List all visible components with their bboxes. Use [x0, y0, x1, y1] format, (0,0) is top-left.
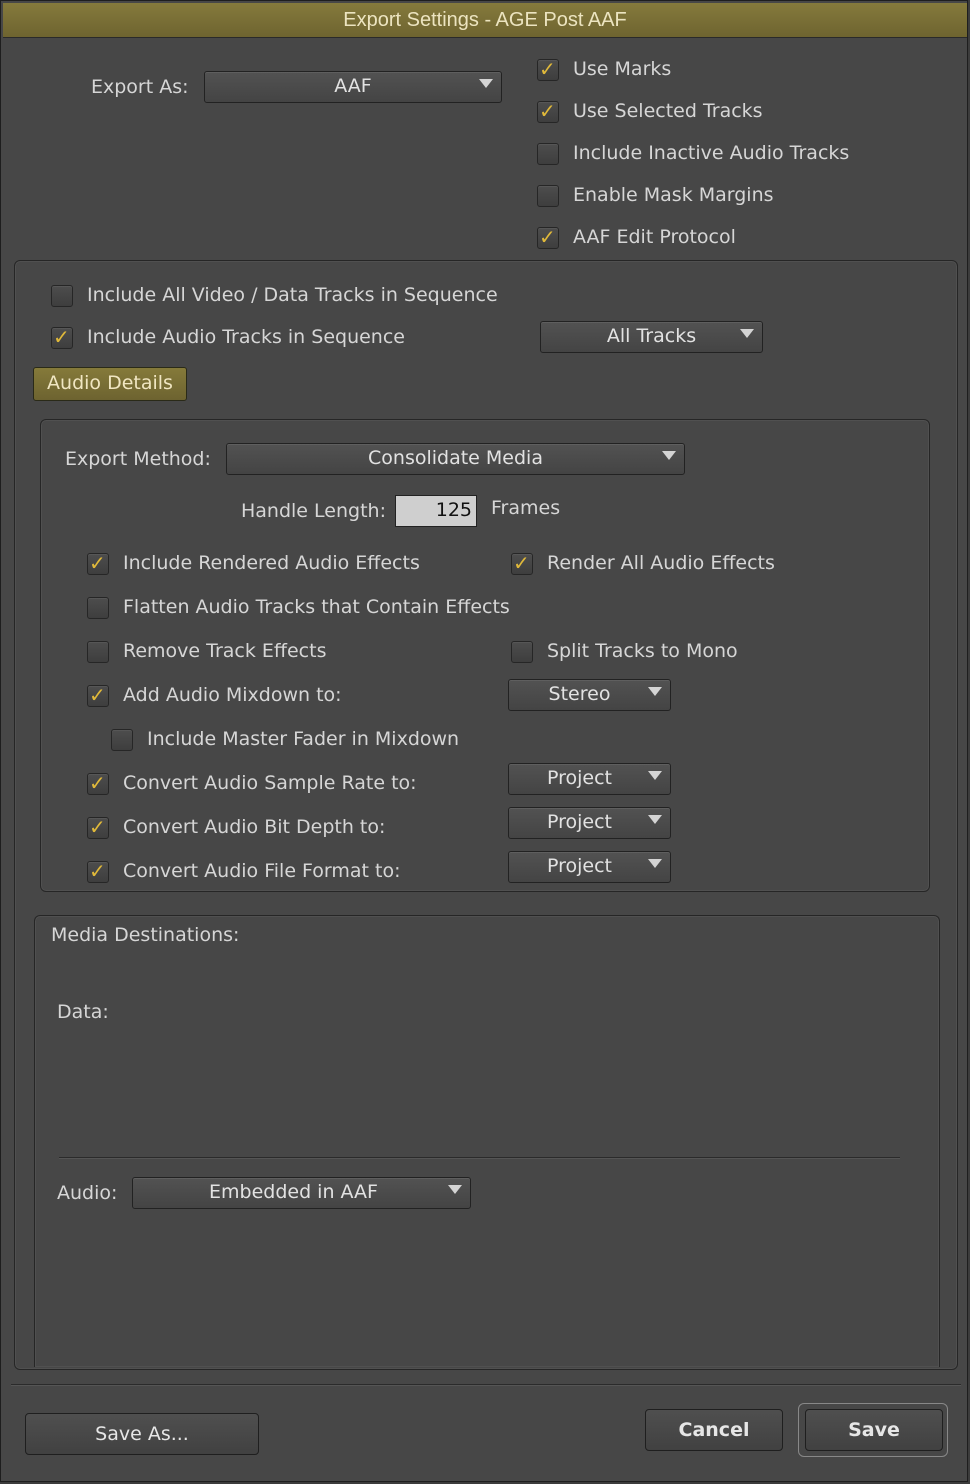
export-settings-dialog: Export Settings - AGE Post AAF Export As… — [0, 0, 968, 1482]
use-selected-tracks-label: Use Selected Tracks — [573, 100, 763, 122]
bit-depth-dropdown[interactable]: Project — [508, 807, 671, 839]
use-marks-label: Use Marks — [573, 58, 672, 80]
aaf-edit-protocol-checkbox[interactable]: ✓ — [537, 225, 559, 249]
export-as-label: Export As: — [91, 76, 189, 98]
chevron-down-icon — [740, 329, 754, 338]
sample-rate-dropdown[interactable]: Project — [508, 763, 671, 795]
chevron-down-icon — [648, 771, 662, 780]
audio-destination-dropdown[interactable]: Embedded in AAF — [132, 1177, 471, 1209]
export-method-label: Export Method: — [65, 448, 211, 470]
render-all-effects-checkbox[interactable]: ✓ — [511, 551, 533, 575]
chevron-down-icon — [448, 1185, 462, 1194]
add-mixdown-label: Add Audio Mixdown to: — [123, 684, 342, 706]
include-video-tracks-label: Include All Video / Data Tracks in Seque… — [87, 284, 498, 306]
convert-file-format-checkbox[interactable]: ✓ — [87, 859, 109, 883]
checkmark-icon: ✓ — [53, 325, 70, 349]
checkmark-icon: ✓ — [89, 683, 106, 707]
use-selected-tracks-checkbox[interactable]: ✓ — [537, 99, 559, 123]
checkmark-icon: ✓ — [539, 99, 556, 123]
mixdown-dropdown[interactable]: Stereo — [508, 679, 671, 711]
checkmark-icon: ✓ — [539, 225, 556, 249]
export-method-value: Consolidate Media — [368, 447, 543, 469]
audio-destination-label: Audio: — [57, 1182, 118, 1204]
include-master-fader-label: Include Master Fader in Mixdown — [147, 728, 460, 750]
chevron-down-icon — [648, 815, 662, 824]
convert-sample-rate-label: Convert Audio Sample Rate to: — [123, 772, 417, 794]
aaf-edit-protocol-label: AAF Edit Protocol — [573, 226, 736, 248]
enable-mask-margins-checkbox[interactable] — [537, 185, 559, 207]
handle-length-input[interactable]: 125 — [395, 495, 477, 527]
render-all-effects-label: Render All Audio Effects — [547, 552, 775, 574]
convert-bit-depth-checkbox[interactable]: ✓ — [87, 815, 109, 839]
file-format-dropdown[interactable]: Project — [508, 851, 671, 883]
split-mono-checkbox[interactable] — [511, 641, 533, 663]
export-as-dropdown[interactable]: AAF — [204, 71, 502, 103]
checkmark-icon: ✓ — [539, 57, 556, 81]
sample-rate-value: Project — [546, 767, 612, 789]
handle-length-unit: Frames — [491, 497, 561, 519]
convert-sample-rate-checkbox[interactable]: ✓ — [87, 771, 109, 795]
handle-length-label: Handle Length: — [241, 500, 386, 522]
include-inactive-audio-checkbox[interactable] — [537, 143, 559, 165]
media-destinations-title: Media Destinations: — [51, 924, 240, 946]
audio-details-button[interactable]: Audio Details — [33, 367, 187, 401]
add-mixdown-checkbox[interactable]: ✓ — [87, 683, 109, 707]
chevron-down-icon — [648, 687, 662, 696]
save-button[interactable]: Save — [805, 1409, 943, 1451]
checkmark-icon: ✓ — [89, 815, 106, 839]
data-destination-label: Data: — [57, 1001, 109, 1023]
footer-divider — [11, 1384, 961, 1386]
include-video-tracks-checkbox[interactable] — [51, 285, 73, 307]
flatten-tracks-label: Flatten Audio Tracks that Contain Effect… — [123, 596, 510, 618]
flatten-tracks-checkbox[interactable] — [87, 597, 109, 619]
convert-file-format-label: Convert Audio File Format to: — [123, 860, 401, 882]
audio-destination-value: Embedded in AAF — [209, 1181, 378, 1203]
file-format-value: Project — [546, 855, 612, 877]
split-mono-label: Split Tracks to Mono — [547, 640, 738, 662]
media-destinations-panel — [34, 915, 940, 1367]
include-rendered-effects-label: Include Rendered Audio Effects — [123, 552, 420, 574]
export-method-dropdown[interactable]: Consolidate Media — [226, 443, 685, 475]
remove-track-effects-checkbox[interactable] — [87, 641, 109, 663]
chevron-down-icon — [479, 79, 493, 88]
destinations-divider — [59, 1157, 900, 1159]
enable-mask-margins-label: Enable Mask Margins — [573, 184, 774, 206]
remove-track-effects-label: Remove Track Effects — [123, 640, 327, 662]
checkmark-icon: ✓ — [89, 551, 106, 575]
mixdown-value: Stereo — [548, 683, 611, 705]
dialog-title: Export Settings - AGE Post AAF — [3, 3, 967, 38]
include-audio-tracks-checkbox[interactable]: ✓ — [51, 325, 73, 349]
convert-bit-depth-label: Convert Audio Bit Depth to: — [123, 816, 386, 838]
include-inactive-audio-label: Include Inactive Audio Tracks — [573, 142, 850, 164]
tracks-value: All Tracks — [606, 325, 697, 347]
export-as-value: AAF — [334, 75, 372, 97]
tracks-dropdown[interactable]: All Tracks — [540, 321, 763, 353]
chevron-down-icon — [648, 859, 662, 868]
include-rendered-effects-checkbox[interactable]: ✓ — [87, 551, 109, 575]
checkmark-icon: ✓ — [89, 859, 106, 883]
use-marks-checkbox[interactable]: ✓ — [537, 57, 559, 81]
include-audio-tracks-label: Include Audio Tracks in Sequence — [87, 326, 405, 348]
save-as-button[interactable]: Save As... — [25, 1413, 259, 1455]
checkmark-icon: ✓ — [513, 551, 530, 575]
cancel-button[interactable]: Cancel — [645, 1409, 783, 1451]
bit-depth-value: Project — [546, 811, 612, 833]
checkmark-icon: ✓ — [89, 771, 106, 795]
chevron-down-icon — [662, 451, 676, 460]
include-master-fader-checkbox[interactable] — [111, 729, 133, 751]
